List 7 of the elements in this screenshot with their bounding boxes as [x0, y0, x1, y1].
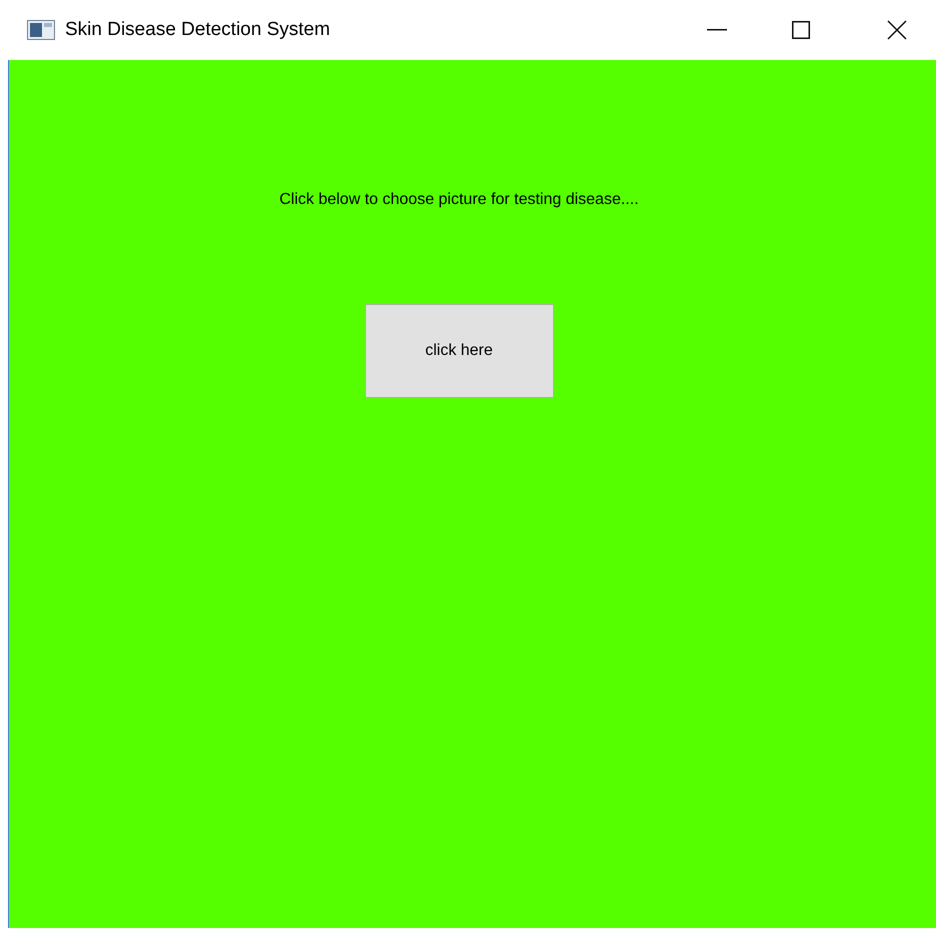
close-icon	[887, 20, 907, 40]
click-here-button[interactable]: click here	[364, 304, 554, 398]
maximize-icon	[792, 21, 810, 39]
minimize-icon	[707, 29, 727, 31]
app-icon	[27, 20, 55, 40]
window-title: Skin Disease Detection System	[65, 18, 330, 42]
instruction-text: Click below to choose picture for testing disease....	[279, 190, 639, 210]
